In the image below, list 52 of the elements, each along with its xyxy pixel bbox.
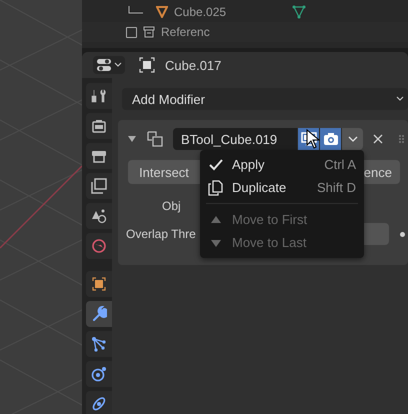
properties-tab[interactable] [86,361,112,387]
copy-icon [208,180,224,196]
menu-item[interactable]: Apply Ctrl A [200,153,364,176]
camera-icon [322,132,338,146]
properties-tab[interactable] [86,301,112,327]
outliner-item[interactable]: Referenc [161,25,210,39]
object-name: Cube.017 [165,58,222,72]
outliner-item[interactable]: Cube.025 [174,5,226,19]
modifier-name-field[interactable]: BTool_Cube.019 [173,128,297,150]
mesh-triangle-icon [156,6,168,18]
tool-icon [91,88,107,104]
close-icon[interactable] [373,134,383,144]
keyframe-dot-icon[interactable] [400,232,405,236]
properties-tab[interactable] [86,203,112,229]
menu-item[interactable]: Duplicate Shift D [200,176,364,199]
physics-icon [91,366,107,382]
operation-button[interactable]: Intersect [128,160,200,184]
render-icon [91,118,107,134]
properties-tab[interactable] [86,271,112,297]
scene-icon [91,208,107,224]
particles-icon [91,336,107,352]
drag-handle-icon[interactable] [399,135,405,143]
properties-tab[interactable] [86,173,112,199]
mouse-cursor-icon [306,129,320,149]
boolean-modifier-icon [147,131,163,147]
collection-box-icon [143,26,155,38]
render-toggle[interactable] [319,128,341,150]
image-stack-icon [91,178,107,194]
properties-tab[interactable] [86,391,112,414]
constraint-icon [91,396,107,412]
object-icon [139,57,155,73]
editor-type-button[interactable] [93,56,125,74]
chevron-down-icon [114,62,122,68]
add-modifier-dropdown[interactable]: Add Modifier [122,88,408,110]
checkmark-icon [208,156,224,172]
field-label: Overlap Thre [126,227,196,241]
checkbox[interactable] [126,26,137,38]
properties-tab[interactable] [86,113,112,139]
dropdown-button[interactable] [341,128,363,150]
chevron-down-icon [348,136,358,142]
properties-tab[interactable] [86,233,112,259]
wrench-icon [91,306,107,322]
printer-icon [91,148,107,164]
toggles-icon [96,58,112,72]
properties-tab[interactable] [86,143,112,169]
properties-tab[interactable] [86,331,112,357]
field-label: Obj [162,199,181,213]
expand-triangle-icon[interactable] [127,134,137,144]
chevron-down-icon [396,96,404,102]
properties-tab[interactable] [86,83,112,109]
vertex-group-icon [292,5,306,19]
object-icon [91,276,107,292]
